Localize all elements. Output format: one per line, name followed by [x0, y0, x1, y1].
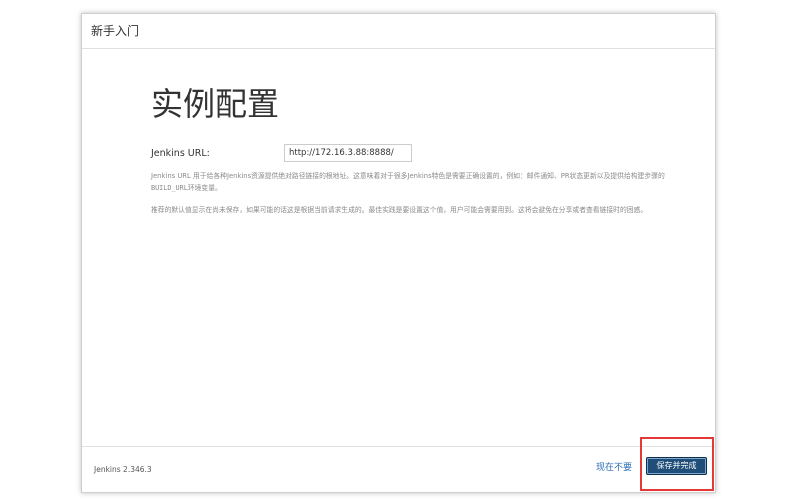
- default-value-help-text: 推荐的默认值显示在尚未保存，如果可能的话这是根据当前请求生成的。最佳实践是要设置…: [151, 204, 679, 216]
- jenkins-version: Jenkins 2.346.3: [94, 465, 152, 474]
- page-title: 实例配置: [151, 85, 280, 123]
- help-line1-part2: 环境变量。: [187, 184, 222, 192]
- dialog-title: 新手入门: [91, 24, 140, 38]
- help-paragraph-1: Jenkins URL 用于给各种Jenkins资源提供绝对路径链接的根地址。这…: [151, 170, 679, 194]
- jenkins-url-help-text: Jenkins URL 用于给各种Jenkins资源提供绝对路径链接的根地址。这…: [151, 170, 679, 194]
- save-and-finish-button[interactable]: 保存并完成: [646, 457, 707, 475]
- build-url-env-var: BUILD_URL: [151, 184, 188, 192]
- dialog-header: 新手入门: [82, 14, 715, 49]
- dialog-footer: Jenkins 2.346.3 现在不要: [82, 446, 715, 492]
- jenkins-url-label: Jenkins URL:: [151, 148, 210, 159]
- jenkins-url-input[interactable]: [284, 144, 412, 162]
- help-line1-part1: Jenkins URL 用于给各种Jenkins资源提供绝对路径链接的根地址。这…: [151, 172, 665, 180]
- not-now-link[interactable]: 现在不要: [596, 461, 632, 475]
- setup-wizard-dialog: 新手入门 实例配置 Jenkins URL: Jenkins URL 用于给各种…: [81, 13, 716, 493]
- help-paragraph-2: 推荐的默认值显示在尚未保存，如果可能的话这是根据当前请求生成的。最佳实践是要设置…: [151, 206, 648, 214]
